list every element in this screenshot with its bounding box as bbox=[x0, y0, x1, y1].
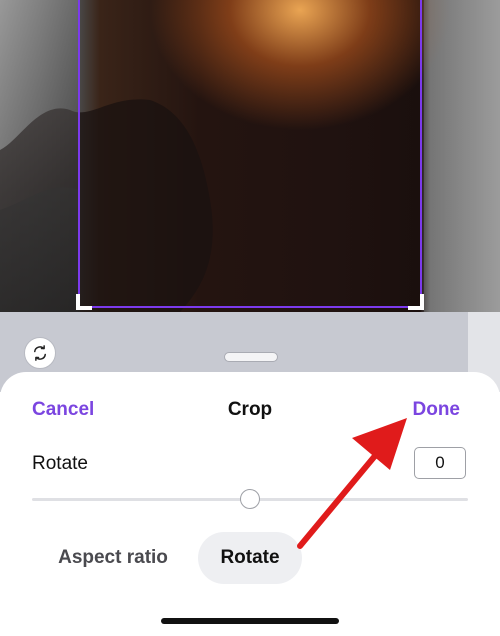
photo-canvas[interactable] bbox=[0, 0, 500, 312]
crop-bottom-sheet: Cancel Crop Done Rotate 0 Aspect ratio R… bbox=[0, 372, 500, 636]
home-indicator bbox=[161, 618, 339, 624]
sheet-drag-handle[interactable] bbox=[224, 352, 278, 362]
crop-handle-bottom-right[interactable] bbox=[408, 294, 424, 310]
crop-outside-right bbox=[424, 0, 500, 312]
slider-thumb[interactable] bbox=[240, 489, 260, 509]
reset-rotation-button[interactable] bbox=[24, 337, 56, 369]
crop-frame[interactable] bbox=[76, 0, 424, 310]
rotate-reset-icon bbox=[34, 345, 46, 361]
done-button[interactable]: Done bbox=[413, 399, 461, 421]
rotate-label: Rotate bbox=[32, 453, 88, 474]
tab-aspect-ratio[interactable]: Aspect ratio bbox=[38, 532, 188, 584]
rotate-angle-input[interactable]: 0 bbox=[414, 447, 466, 479]
crop-outside-left bbox=[0, 0, 78, 312]
rotate-slider[interactable] bbox=[32, 488, 468, 512]
crop-handle-bottom-left[interactable] bbox=[76, 294, 92, 310]
tab-rotate[interactable]: Rotate bbox=[198, 532, 302, 584]
